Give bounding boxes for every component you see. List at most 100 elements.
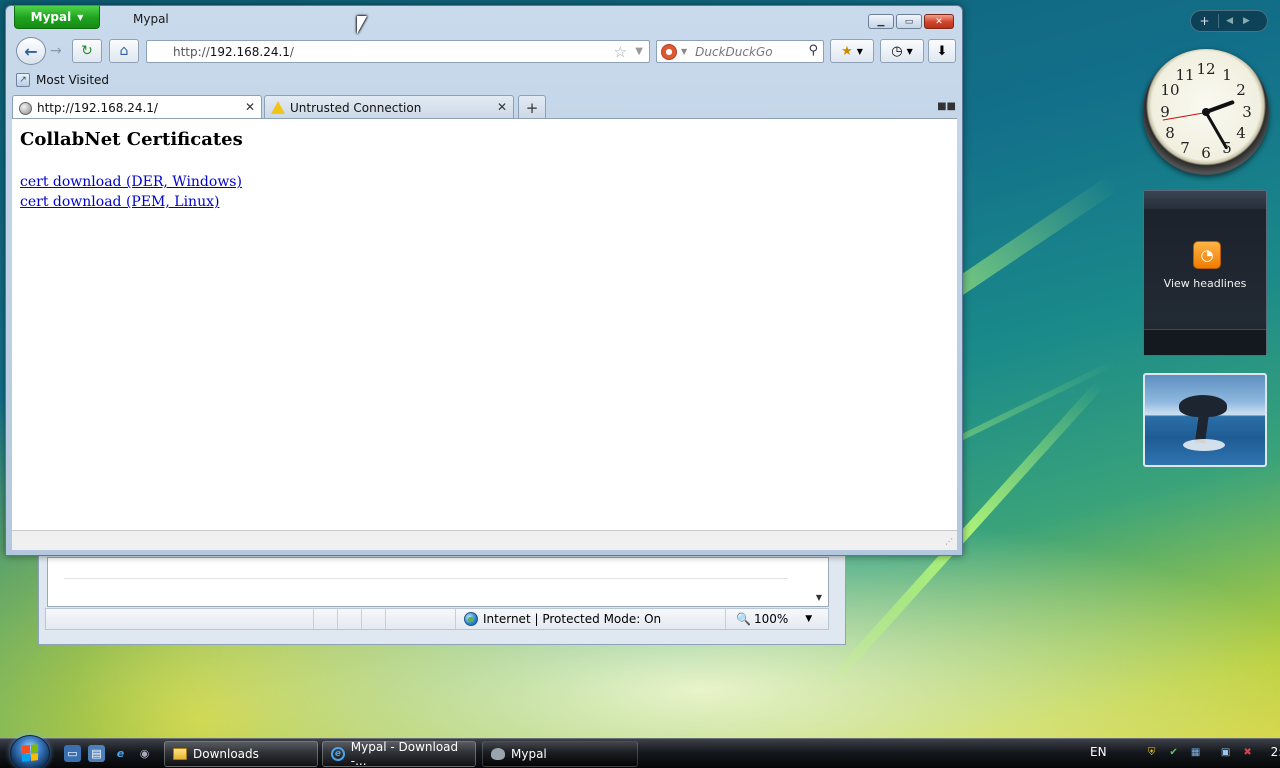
close-button[interactable]: ✕ [924,14,954,29]
clock-numeral: 3 [1242,103,1252,121]
clock-time[interactable]: 2:25 [1271,745,1280,759]
switch-windows-icon[interactable]: ▤ [88,745,105,762]
magnifier-icon: 🔍 [736,612,751,626]
security-zone-label: Internet | Protected Mode: On [483,612,662,626]
security-zone[interactable]: Internet | Protected Mode: On [456,609,726,629]
navigation-toolbar: ← → ↻ ⌂ http://192.168.24.1/ ☆ ▼ ▼ DuckD… [14,37,956,67]
plus-icon: + [525,98,539,117]
clock-center [1202,108,1210,116]
back-button[interactable]: ← [16,37,46,65]
ie-window[interactable]: ▼ Internet | Protected Mode: On 🔍 100% ▼ [38,552,846,645]
mouse-cursor-icon [357,16,367,34]
rss-icon[interactable]: ◔ [1193,241,1221,269]
clock-numeral: 6 [1201,144,1211,162]
cert-der-windows-link[interactable]: cert download (DER, Windows) [20,172,242,192]
zoom-control[interactable]: 🔍 100% ▼ [726,609,812,629]
downloads-button[interactable]: ⬇ [928,39,956,63]
chevron-down-icon: ▼ [77,12,84,22]
tab-untrusted-connection[interactable]: Untrusted Connection ✕ [264,95,514,119]
page-icon [19,101,32,115]
new-tab-button[interactable]: + [518,95,546,119]
divider [64,578,788,579]
clock-gadget[interactable]: 12 1 2 3 4 5 6 7 8 9 10 11 [1143,49,1269,175]
home-icon: ⌂ [119,43,129,59]
sidebar-controls: + ◀▶ [1190,10,1268,32]
bookmark-star-icon[interactable]: ☆ [614,43,627,61]
chevron-down-icon: ▼ [906,46,913,56]
app-menu-label: Mypal [30,10,72,24]
language-indicator[interactable]: EN [1090,745,1107,759]
reload-button[interactable]: ↻ [72,39,102,63]
scroll-down-icon[interactable]: ▼ [816,593,822,602]
home-button[interactable]: ⌂ [109,39,139,63]
reload-icon: ↻ [81,43,93,59]
browser-status-bar: ⋰ [12,530,957,550]
search-icon[interactable]: ⚲ [808,43,818,58]
computer-icon[interactable]: ▣ [1219,745,1233,759]
mypal-icon [491,748,505,760]
tab-label: Untrusted Connection [290,100,422,115]
quick-launch: ▭ ▤ e ◉ [64,745,153,762]
network-icon[interactable]: ▦ [1189,745,1203,759]
volume-muted-icon[interactable]: ✖ [1241,745,1255,759]
search-placeholder: DuckDuckGo [695,44,773,59]
download-links: cert download (DER, Windows) cert downlo… [20,172,242,212]
gadget-header [1144,191,1266,209]
taskbar-mypal[interactable]: Mypal [482,741,638,767]
url-path: / [289,44,294,59]
search-bar[interactable]: ▼ DuckDuckGo ⚲ [656,40,824,63]
view-headlines-label[interactable]: View headlines [1144,277,1266,290]
folder-icon [173,748,187,760]
most-visited-icon: ↗ [16,73,30,87]
task-label: Mypal - Download -... [350,740,459,768]
tab-local-page[interactable]: http://192.168.24.1/ ✕ [12,95,262,120]
close-tab-icon[interactable]: ✕ [497,100,507,114]
system-tray: EN ⛨ ✔ ▦ ▣ ✖ 2:25 [1090,745,1280,759]
ie-content-area: ▼ [47,557,829,607]
slideshow-gadget[interactable] [1143,373,1267,467]
bookmarks-toolbar: ↗ Most Visited [16,73,109,87]
clock-numeral: 12 [1196,60,1216,78]
internet-explorer-icon[interactable]: e [112,745,129,762]
gadget-page-nav[interactable]: ◀▶ [1219,16,1267,26]
url-bar[interactable]: http://192.168.24.1/ ☆ ▼ [146,40,650,63]
download-arrow-icon: ⬇ [936,43,948,59]
checkmark-icon[interactable]: ✔ [1167,745,1181,759]
forward-button[interactable]: → [50,43,62,59]
minimize-button[interactable]: ▁ [868,14,894,29]
history-dropdown-icon[interactable]: ▼ [635,46,643,57]
most-visited-bookmark[interactable]: Most Visited [36,73,109,87]
start-button[interactable] [10,735,50,768]
window-title: Mypal [133,12,169,26]
url-host: 192.168.24.1 [209,44,290,59]
bookmarks-icon: ★ [841,43,853,59]
clock-numeral: 2 [1236,81,1246,99]
app-menu-button[interactable]: Mypal ▼ [14,6,100,29]
taskbar-downloads[interactable]: Downloads [164,741,318,767]
cert-pem-linux-link[interactable]: cert download (PEM, Linux) [20,192,242,212]
taskbar: ▭ ▤ e ◉ Downloads e Mypal - Download -..… [0,735,1280,768]
feed-headlines-gadget[interactable]: ◔ View headlines [1143,190,1267,356]
clock-numeral: 1 [1222,66,1232,84]
resize-grip-icon[interactable]: ⋰ [945,537,953,546]
tab-list-icon[interactable]: ■■ [937,101,956,112]
status-cell [314,609,338,629]
history-menu-button[interactable]: ◷ ▼ [880,39,924,63]
close-tab-icon[interactable]: ✕ [245,100,255,114]
maximize-button[interactable]: ▭ [896,14,922,29]
mypal-quicklaunch-icon[interactable]: ◉ [136,745,153,762]
task-label: Downloads [193,747,259,761]
tab-label: http://192.168.24.1/ [37,101,158,115]
globe-icon [464,612,478,626]
ie-status-bar: Internet | Protected Mode: On 🔍 100% ▼ [45,608,829,630]
duckduckgo-icon[interactable] [661,43,677,60]
security-shield-icon[interactable]: ⛨ [1145,745,1159,759]
ie-icon: e [331,747,345,761]
add-gadget-button[interactable]: + [1191,14,1219,28]
show-desktop-icon[interactable]: ▭ [64,745,81,762]
chevron-down-icon[interactable]: ▼ [805,614,812,624]
bookmarks-menu-button[interactable]: ★ ▼ [830,39,874,63]
mypal-window[interactable]: Mypal ▼ Mypal ▁ ▭ ✕ ← → ↻ ⌂ http://192.1… [5,5,963,556]
taskbar-ie-window[interactable]: e Mypal - Download -... [322,740,476,768]
search-engine-dropdown-icon[interactable]: ▼ [681,47,687,56]
